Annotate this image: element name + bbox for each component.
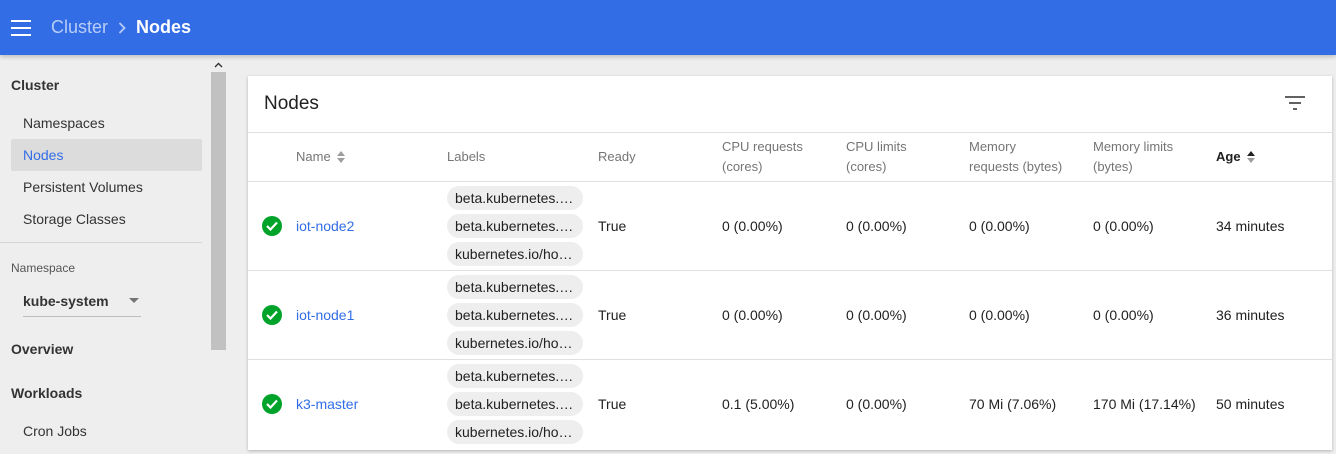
label-chip[interactable]: beta.kubernetes.io/... xyxy=(447,303,583,327)
cpu-requests-value: 0 (0.00%) xyxy=(722,307,783,323)
check-circle-icon xyxy=(262,394,282,414)
label-chip[interactable]: beta.kubernetes.io/... xyxy=(447,364,583,388)
label-chip[interactable]: beta.kubernetes.io/... xyxy=(447,392,583,416)
column-header-memory-limits: Memory limits (bytes) xyxy=(1093,137,1173,177)
column-header-memory-requests: Memory requests (bytes) xyxy=(969,137,1062,177)
ready-value: True xyxy=(598,307,627,323)
label-chip[interactable]: beta.kubernetes.io/... xyxy=(447,214,583,238)
column-header-cpu-limits-line2: (cores) xyxy=(846,159,887,174)
sidebar-item-persistent-volumes[interactable]: Persistent Volumes xyxy=(11,171,202,203)
breadcrumb-cluster[interactable]: Cluster xyxy=(51,17,108,38)
cpu-requests-value: 0.1 (5.00%) xyxy=(722,396,795,412)
memory-requests-value: 0 (0.00%) xyxy=(969,218,1030,234)
sidebar-heading-workloads[interactable]: Workloads xyxy=(11,385,82,401)
column-header-memory-requests-line1: Memory xyxy=(969,139,1016,154)
column-header-age-label: Age xyxy=(1216,149,1241,164)
table-row: iot-node2 beta.kubernetes.io/... beta.ku… xyxy=(248,182,1332,271)
cpu-limits-value: 0 (0.00%) xyxy=(846,218,907,234)
sidebar-item-nodes[interactable]: Nodes xyxy=(11,139,202,171)
sort-ascending-icon xyxy=(1246,151,1255,163)
dropdown-arrow-icon xyxy=(129,298,139,303)
check-circle-icon xyxy=(262,216,282,236)
column-header-memory-limits-line2: (bytes) xyxy=(1093,159,1133,174)
age-value: 34 minutes xyxy=(1216,218,1285,234)
label-chip[interactable]: kubernetes.io/host... xyxy=(447,420,583,444)
memory-requests-value: 70 Mi (7.06%) xyxy=(969,396,1057,412)
node-name-link[interactable]: k3-master xyxy=(296,394,358,414)
namespace-label: Namespace xyxy=(11,261,76,275)
ready-value: True xyxy=(598,396,627,412)
column-header-cpu-requests-line2: (cores) xyxy=(722,159,763,174)
table-header: Name Labels Ready CPU requests (cores) C… xyxy=(248,132,1332,182)
sidebar-item-storage-classes[interactable]: Storage Classes xyxy=(11,203,202,235)
cpu-limits-value: 0 (0.00%) xyxy=(846,307,907,323)
menu-icon[interactable] xyxy=(11,19,31,36)
sidebar-divider xyxy=(0,242,202,243)
label-chip[interactable]: kubernetes.io/host... xyxy=(447,331,583,355)
top-bar: Cluster Nodes xyxy=(0,0,1336,55)
label-chip[interactable]: kubernetes.io/host... xyxy=(447,242,583,266)
page-title: Nodes xyxy=(136,17,192,37)
filter-icon[interactable] xyxy=(1285,96,1307,112)
ready-value: True xyxy=(598,218,627,234)
column-header-cpu-requests-line1: CPU requests xyxy=(722,139,803,154)
age-value: 50 minutes xyxy=(1216,396,1285,412)
check-circle-icon xyxy=(262,305,282,325)
memory-limits-value: 0 (0.00%) xyxy=(1093,218,1154,234)
sidebar-item-namespaces[interactable]: Namespaces xyxy=(11,107,202,139)
table-row: k3-master beta.kubernetes.io/... beta.ku… xyxy=(248,360,1332,449)
memory-limits-value: 0 (0.00%) xyxy=(1093,307,1154,323)
sidebar-heading-overview[interactable]: Overview xyxy=(11,341,73,357)
column-header-name[interactable]: Name xyxy=(296,147,345,167)
column-header-age[interactable]: Age xyxy=(1216,147,1255,167)
column-header-cpu-limits-line1: CPU limits xyxy=(846,139,907,154)
sidebar-item-cron-jobs[interactable]: Cron Jobs xyxy=(11,415,202,447)
node-name-link[interactable]: iot-node2 xyxy=(296,216,354,236)
namespace-select[interactable]: kube-system xyxy=(23,285,141,317)
node-name-link[interactable]: iot-node1 xyxy=(296,305,354,325)
column-header-name-label: Name xyxy=(296,149,331,164)
nodes-card: Nodes Name Labels Ready CPU requests (co… xyxy=(248,76,1332,450)
sort-icon xyxy=(336,151,345,163)
label-chip[interactable]: beta.kubernetes.io/... xyxy=(447,275,583,299)
cpu-requests-value: 0 (0.00%) xyxy=(722,218,783,234)
column-header-memory-requests-line2: requests (bytes) xyxy=(969,159,1063,174)
scroll-up-arrow-icon[interactable] xyxy=(211,57,226,72)
label-chip[interactable]: beta.kubernetes.io/... xyxy=(447,186,583,210)
column-header-ready: Ready xyxy=(598,149,636,164)
memory-requests-value: 0 (0.00%) xyxy=(969,307,1030,323)
memory-limits-value: 170 Mi (17.14%) xyxy=(1093,396,1196,412)
cpu-limits-value: 0 (0.00%) xyxy=(846,396,907,412)
card-title: Nodes xyxy=(264,93,319,114)
scrollbar-thumb[interactable] xyxy=(211,72,226,350)
column-header-cpu-limits: CPU limits (cores) xyxy=(846,137,907,177)
sidebar: Cluster Namespaces Nodes Persistent Volu… xyxy=(0,55,210,454)
column-header-cpu-requests: CPU requests (cores) xyxy=(722,137,803,177)
namespace-value: kube-system xyxy=(23,292,109,309)
column-header-labels: Labels xyxy=(447,149,486,164)
sidebar-heading-cluster[interactable]: Cluster xyxy=(11,77,59,93)
age-value: 36 minutes xyxy=(1216,307,1285,323)
column-header-memory-limits-line1: Memory limits xyxy=(1093,139,1174,154)
chevron-right-icon xyxy=(118,21,126,34)
table-row: iot-node1 beta.kubernetes.io/... beta.ku… xyxy=(248,271,1332,360)
